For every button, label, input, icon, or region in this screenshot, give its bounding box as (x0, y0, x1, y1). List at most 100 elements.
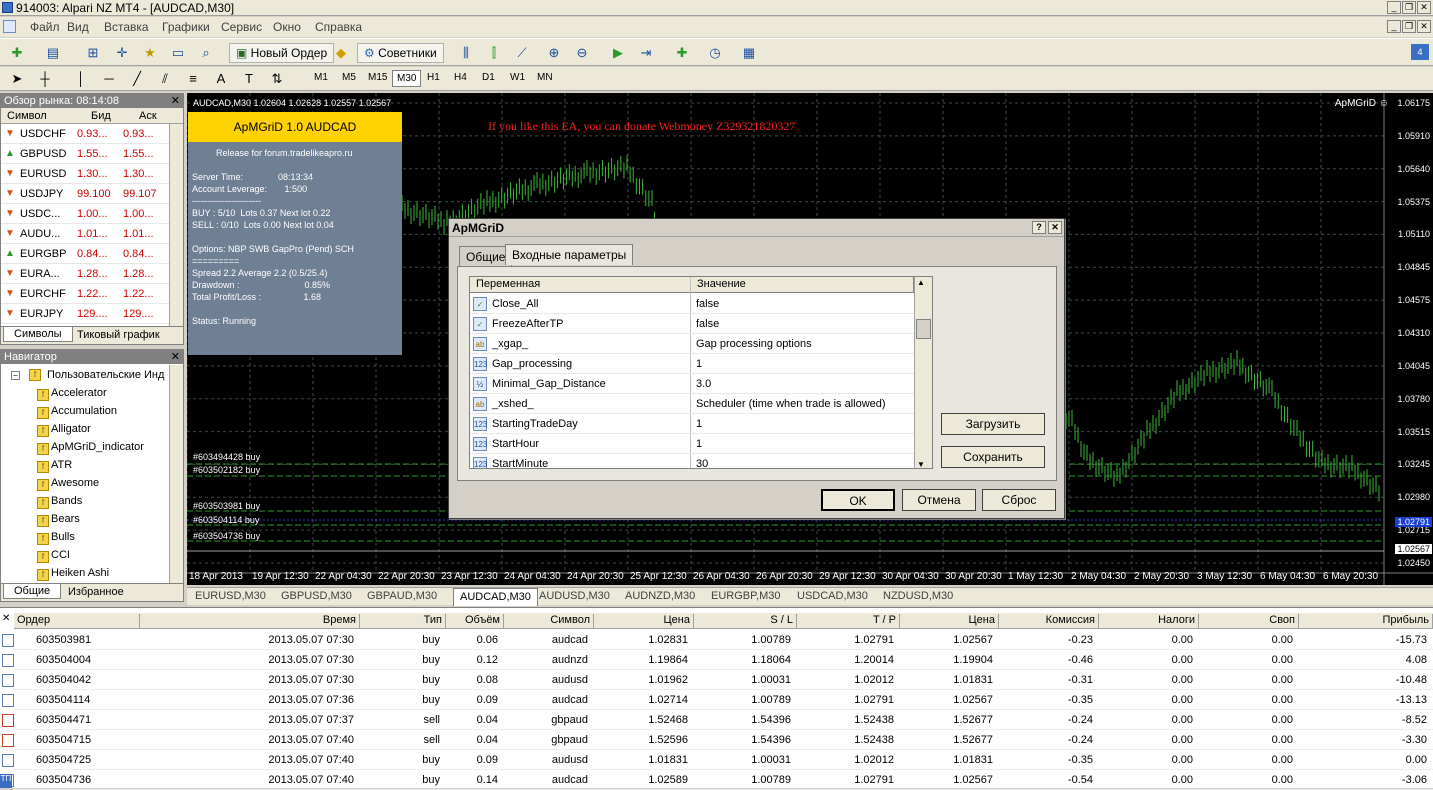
nav-indicator-item[interactable]: Accumulation (51, 405, 117, 417)
tf-m15[interactable]: M15 (364, 70, 391, 85)
param-value[interactable]: Gap processing options (696, 338, 812, 350)
candles-icon[interactable]: ⫿ (485, 44, 503, 62)
tree-collapse-icon[interactable]: − (11, 371, 20, 380)
table-row[interactable]: 603504114 2013.05.07 07:36 buy 0.09 audcad 1.… (2, 690, 1433, 710)
terminal-col[interactable]: T / P (797, 614, 900, 629)
restore-button[interactable]: ❐ (1402, 1, 1416, 14)
chart-shift-icon[interactable]: ⇥ (637, 44, 655, 62)
terminal-col[interactable]: Объём (446, 614, 504, 629)
order-label[interactable]: #603504736 buy (193, 531, 260, 541)
terminal-col[interactable]: Налоги (1099, 614, 1199, 629)
cursor-icon[interactable]: ➤ (8, 70, 26, 88)
navigator-close-icon[interactable]: ✕ (171, 350, 180, 364)
table-row[interactable]: 603504004 2013.05.07 07:30 buy 0.12 audnzd 1.… (2, 650, 1433, 670)
dialog-help-button[interactable]: ? (1032, 221, 1046, 234)
param-value[interactable]: 1 (696, 358, 702, 370)
params-col-value[interactable]: Значение (691, 277, 914, 293)
market-watch-row[interactable]: ▲ GBPUSD 1.55... 1.55... (1, 144, 183, 164)
menu-charts[interactable]: Графики (162, 20, 210, 34)
experts-button[interactable]: ⚙ Советники (357, 43, 444, 63)
param-value[interactable]: 1 (696, 438, 702, 450)
data-window-icon[interactable]: ✛ (113, 44, 131, 62)
market-watch-row[interactable]: ▼ EURUSD 1.30... 1.30... (1, 164, 183, 184)
terminal-col[interactable]: Цена (594, 614, 694, 629)
tab-symbols[interactable]: Символы (3, 327, 73, 342)
nav-indicator-item[interactable]: ApMGriD_indicator (51, 441, 144, 453)
menu-view[interactable]: Вид (67, 20, 89, 34)
zoom-in-icon[interactable]: ⊕ (545, 44, 563, 62)
param-row[interactable]: 123 Gap_processing 1 (470, 354, 914, 374)
table-row[interactable]: 603504471 2013.05.07 07:37 sell 0.04 gbpaud 1… (2, 710, 1433, 730)
line-chart-icon[interactable]: ⟋ (513, 44, 531, 62)
tf-h4[interactable]: H4 (450, 70, 471, 85)
market-watch-scrollbar[interactable] (169, 124, 183, 326)
menu-file[interactable]: Файл (30, 20, 60, 34)
tab-tick-chart[interactable]: Тиковый график (77, 329, 160, 341)
menu-window[interactable]: Окно (273, 20, 301, 34)
param-row[interactable]: ab _xshed_ Scheduler (time when trade is a… (470, 394, 914, 414)
param-value[interactable]: false (696, 318, 719, 330)
param-value[interactable]: 3.0 (696, 378, 711, 390)
chart-tab[interactable]: GBPAUD,M30 (367, 590, 437, 602)
vertical-line-icon[interactable]: │ (72, 70, 90, 88)
trendline-icon[interactable]: ╱ (128, 70, 146, 88)
save-button[interactable]: Сохранить (941, 446, 1045, 468)
tf-m5[interactable]: M5 (338, 70, 360, 85)
param-row[interactable]: ab _xgap_ Gap processing options (470, 334, 914, 354)
terminal-close-icon[interactable]: ✕ (2, 613, 10, 624)
order-label[interactable]: #603503981 buy (193, 501, 260, 511)
terminal-col[interactable]: Комиссия (999, 614, 1099, 629)
navigator-icon[interactable]: ★ (141, 44, 159, 62)
child-restore-button[interactable]: ❐ (1402, 20, 1416, 33)
nav-indicator-item[interactable]: Awesome (51, 477, 99, 489)
param-row[interactable]: 123 StartingTradeDay 1 (470, 414, 914, 434)
tester-icon[interactable]: ⌕ (197, 44, 215, 62)
nav-indicator-item[interactable]: Bears (51, 513, 80, 525)
market-watch-row[interactable]: ▼ USDCHF 0.93... 0.93... (1, 124, 183, 144)
chart-tab[interactable]: AUDCAD,M30 (453, 588, 538, 606)
load-button[interactable]: Загрузить (941, 413, 1045, 435)
param-row[interactable]: ½ Minimal_Gap_Distance 3.0 (470, 374, 914, 394)
chart-tab[interactable]: NZDUSD,M30 (883, 590, 953, 602)
fibo-icon[interactable]: ≡ (184, 70, 202, 88)
market-watch-row[interactable]: ▼ EURA... 1.28... 1.28... (1, 264, 183, 284)
param-row[interactable]: 123 StartHour 1 (470, 434, 914, 454)
param-row[interactable]: ✓ FreezeAfterTP false (470, 314, 914, 334)
param-value[interactable]: Scheduler (time when trade is allowed) (696, 398, 886, 410)
tf-h1[interactable]: H1 (423, 70, 444, 85)
nav-indicator-item[interactable]: Bulls (51, 531, 75, 543)
minimize-button[interactable]: _ (1387, 1, 1401, 14)
tf-mn[interactable]: MN (533, 70, 557, 85)
params-scrollbar[interactable]: ▲ ▼ (914, 277, 932, 468)
market-watch-row[interactable]: ▼ EURCHF 1.22... 1.22... (1, 284, 183, 304)
scroll-up-icon[interactable]: ▲ (917, 278, 925, 287)
col-ask[interactable]: Аск (139, 110, 157, 122)
metaeditor-icon[interactable]: ◆ (332, 44, 350, 62)
terminal-col[interactable]: Тип (360, 614, 446, 629)
table-row[interactable]: 603504715 2013.05.07 07:40 sell 0.04 gbpaud 1… (2, 730, 1433, 750)
terminal-col[interactable]: Ордер (14, 614, 140, 629)
chart-tab[interactable]: GBPUSD,M30 (281, 590, 352, 602)
crosshair-icon[interactable]: ┼ (36, 70, 54, 88)
templates-icon[interactable]: ▦ (740, 44, 758, 62)
market-watch-row[interactable]: ▼ USDC... 1.00... 1.00... (1, 204, 183, 224)
nav-indicator-item[interactable]: ATR (51, 459, 72, 471)
terminal-icon[interactable]: ▭ (169, 44, 187, 62)
tf-w1[interactable]: W1 (506, 70, 529, 85)
table-row[interactable]: 603503981 2013.05.07 07:30 buy 0.06 audcad 1.… (2, 630, 1433, 650)
chart-tab[interactable]: EURGBP,M30 (711, 590, 781, 602)
new-order-button[interactable]: ▣ Новый Ордер (229, 43, 335, 63)
nav-indicator-item[interactable]: CCI (51, 549, 70, 561)
scroll-down-icon[interactable]: ▼ (917, 460, 925, 468)
chart-tab[interactable]: AUDUSD,M30 (539, 590, 610, 602)
tab-common[interactable]: Общие (3, 584, 62, 599)
scroll-thumb[interactable] (916, 319, 931, 339)
params-col-name[interactable]: Переменная (470, 277, 691, 293)
col-symbol[interactable]: Символ (7, 110, 47, 122)
navigator-scrollbar[interactable] (169, 365, 183, 583)
param-row[interactable]: 123 StartMinute 30 (470, 454, 914, 468)
nav-indicator-item[interactable]: Alligator (51, 423, 91, 435)
param-value[interactable]: false (696, 298, 719, 310)
nav-indicator-item[interactable]: Accelerator (51, 387, 107, 399)
terminal-col[interactable]: Время (140, 614, 360, 629)
